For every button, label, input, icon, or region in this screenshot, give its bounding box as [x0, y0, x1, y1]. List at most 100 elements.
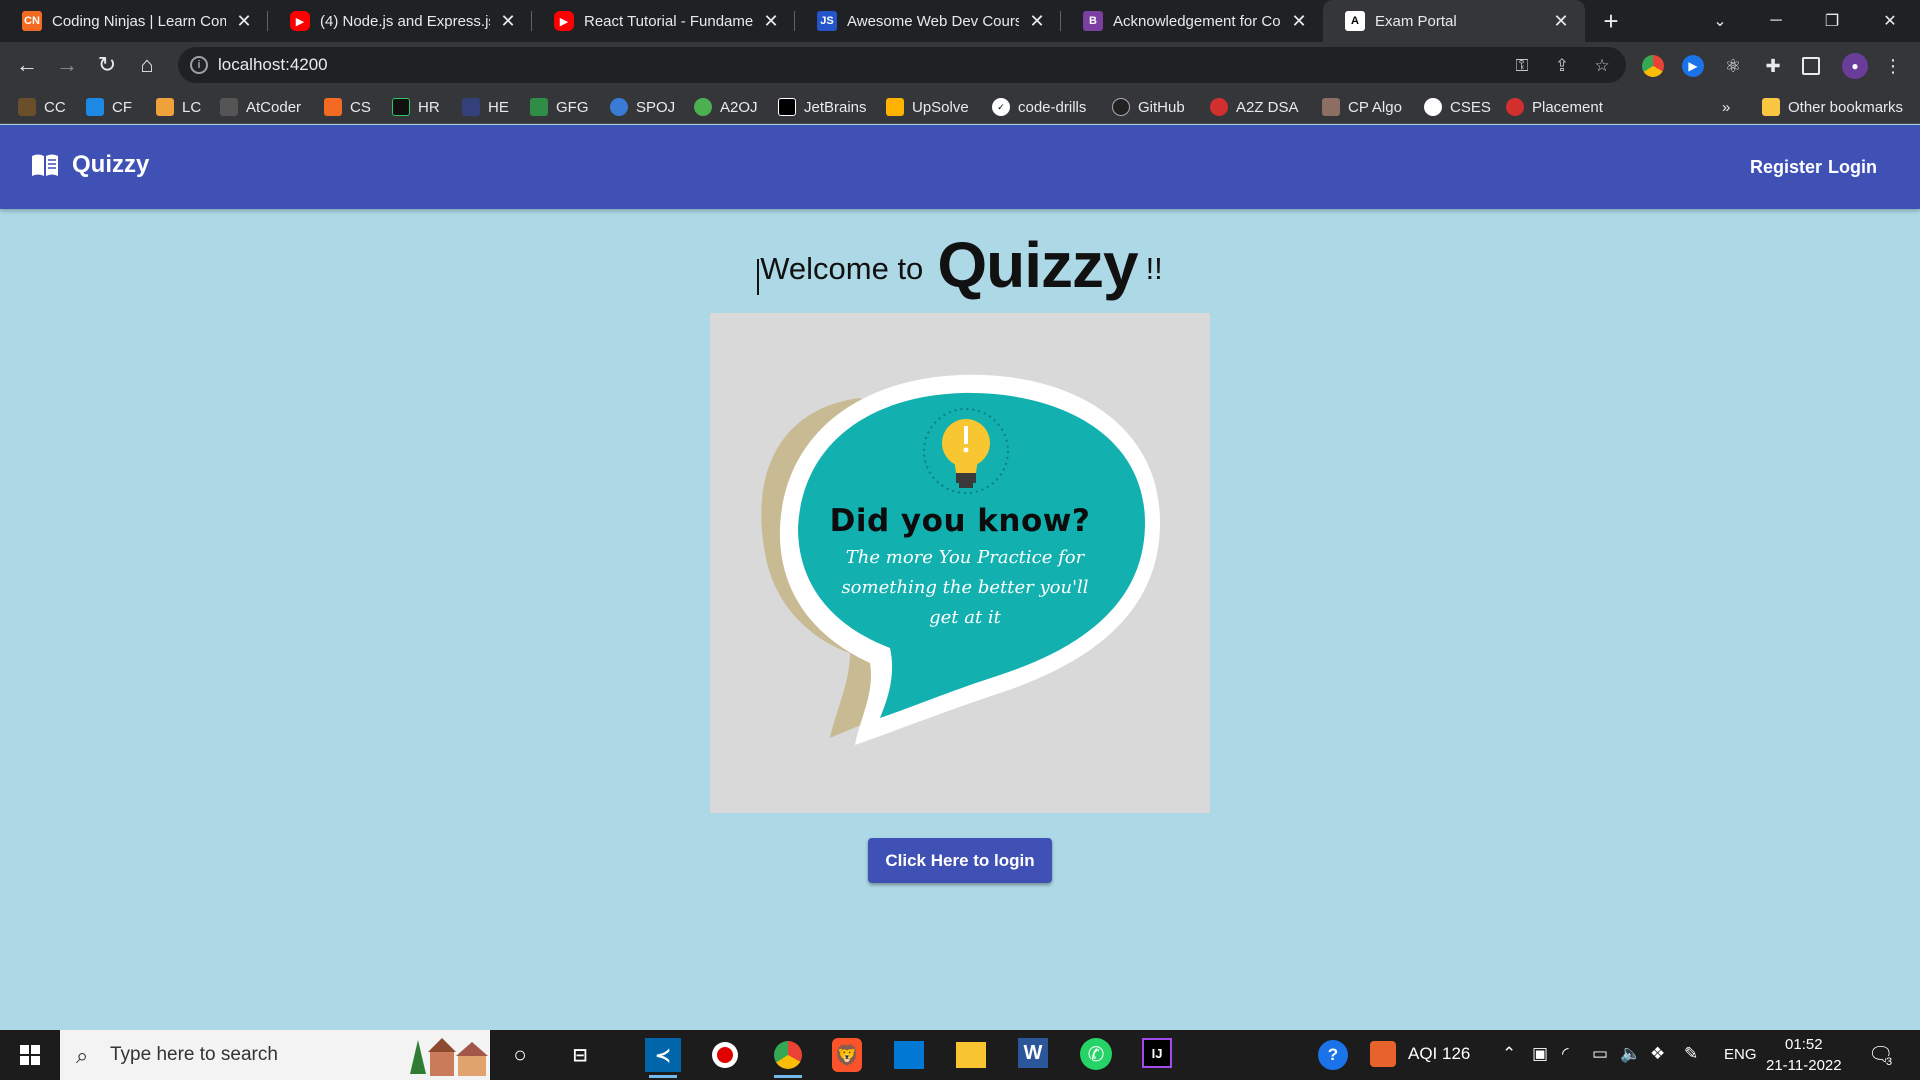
- address-bar[interactable]: i localhost:4200 ⚿ ⇪ ☆: [178, 47, 1626, 83]
- bookmark-he[interactable]: HE: [462, 96, 509, 118]
- side-panel-icon[interactable]: [1802, 57, 1820, 75]
- menu-kebab-icon[interactable]: ⋮: [1882, 55, 1904, 77]
- back-arrow-icon[interactable]: ←: [12, 50, 42, 80]
- tab-title: React Tutorial - Fundament: [584, 12, 753, 30]
- angular-icon: A: [1345, 11, 1365, 31]
- browser-tab[interactable]: CN Coding Ninjas | Learn Comp ✕: [0, 0, 268, 42]
- bookmark-a2oj[interactable]: A2OJ: [694, 96, 758, 118]
- weather-icon[interactable]: [1370, 1041, 1396, 1067]
- bookmark-a2z-dsa[interactable]: A2Z DSA: [1210, 96, 1299, 118]
- extensions-puzzle-icon[interactable]: ✚: [1762, 55, 1784, 77]
- bookmark-github[interactable]: GitHub: [1112, 96, 1185, 118]
- bookmark-placement[interactable]: Placement: [1506, 96, 1603, 118]
- browser-tab[interactable]: JS Awesome Web Dev Course: ✕: [795, 0, 1061, 42]
- home-icon[interactable]: ⌂: [132, 50, 162, 80]
- word-icon[interactable]: W: [1018, 1038, 1048, 1068]
- language-indicator[interactable]: ENG: [1724, 1046, 1757, 1063]
- bookmark-gfg[interactable]: GFG: [530, 96, 589, 118]
- browser-tab-active[interactable]: A Exam Portal ✕: [1323, 0, 1585, 42]
- window-close-button[interactable]: ✕: [1862, 0, 1918, 42]
- vscode-icon[interactable]: ≺: [645, 1038, 681, 1078]
- extension-icon[interactable]: ▶: [1682, 55, 1704, 77]
- bookmarks-bar: CC CF LC AtCoder CS HR HE GFG SPOJ A2OJ …: [0, 88, 1920, 124]
- bookmark-atcoder[interactable]: AtCoder: [220, 96, 301, 118]
- bookmark-lc[interactable]: LC: [156, 96, 201, 118]
- new-tab-button[interactable]: +: [1596, 6, 1626, 36]
- chevron-up-icon[interactable]: ⌃: [1502, 1044, 1516, 1064]
- pen-icon[interactable]: ✎: [1684, 1044, 1698, 1064]
- check-circle-icon: ✓: [992, 98, 1010, 116]
- bookmark-hr[interactable]: HR: [392, 96, 440, 118]
- volume-icon[interactable]: 🔈: [1620, 1044, 1641, 1064]
- browser-toolbar: ← → ↻ ⌂ i localhost:4200 ⚿ ⇪ ☆ ▶ ⚛ ✚ ● ⋮: [0, 42, 1920, 88]
- intellij-icon[interactable]: IJ: [1142, 1038, 1172, 1068]
- tab-title: Acknowledgement for Colle: [1113, 12, 1281, 30]
- browser-tab[interactable]: ▶ React Tutorial - Fundament ✕: [532, 0, 795, 42]
- login-link[interactable]: Login: [1828, 157, 1877, 178]
- close-icon[interactable]: ✕: [498, 11, 518, 32]
- brand-link[interactable]: Quizzy: [30, 151, 149, 179]
- system-clock[interactable]: 01:52 21-11-2022: [1766, 1034, 1842, 1076]
- close-icon[interactable]: ✕: [761, 11, 781, 32]
- bookmark-upsolve[interactable]: UpSolve: [886, 96, 969, 118]
- click-here-to-login-button[interactable]: Click Here to login: [868, 838, 1052, 883]
- windows-start-icon[interactable]: [10, 1042, 50, 1068]
- close-icon[interactable]: ✕: [1027, 11, 1047, 32]
- bookmark-cses[interactable]: CSES: [1424, 96, 1491, 118]
- brand-name: Quizzy: [72, 151, 150, 178]
- dropbox-icon[interactable]: ❖: [1650, 1044, 1665, 1064]
- browser-tab[interactable]: ▶ (4) Node.js and Express.js - ✕: [268, 0, 532, 42]
- bookmark-star-icon[interactable]: ☆: [1592, 56, 1612, 76]
- profile-avatar[interactable]: ●: [1842, 53, 1868, 79]
- forward-arrow-icon[interactable]: →: [52, 50, 82, 80]
- key-icon[interactable]: ⚿: [1512, 56, 1532, 76]
- minimize-button[interactable]: ─: [1748, 0, 1804, 42]
- bookmark-cp-algo[interactable]: CP Algo: [1322, 96, 1402, 118]
- codeforces-icon: [86, 98, 104, 116]
- browser-tab[interactable]: B Acknowledgement for Colle ✕: [1061, 0, 1323, 42]
- welcome-heading: Welcome to Quizzy!!: [0, 228, 1920, 302]
- close-icon[interactable]: ✕: [1289, 11, 1309, 32]
- welcome-brand: Quizzy: [937, 229, 1138, 301]
- chrome-icon[interactable]: [770, 1038, 806, 1078]
- cortana-icon[interactable]: ○: [502, 1038, 538, 1072]
- a2oj-icon: [694, 98, 712, 116]
- restore-button[interactable]: ❐: [1804, 0, 1860, 42]
- brave-icon[interactable]: 🦁: [832, 1038, 862, 1072]
- file-explorer-icon[interactable]: [956, 1042, 986, 1068]
- react-devtools-icon[interactable]: ⚛: [1722, 55, 1744, 77]
- aqi-text[interactable]: AQI 126: [1408, 1044, 1470, 1064]
- battery-icon[interactable]: ▭: [1592, 1044, 1608, 1064]
- bookmark-cf[interactable]: CF: [86, 96, 132, 118]
- windows-taskbar: ⌕ Type here to search ○ ⊟ ≺ 🦁 W ✆ IJ ? A…: [0, 1030, 1920, 1080]
- extension-icon[interactable]: [1642, 55, 1664, 77]
- more-bookmarks-chevron-icon[interactable]: »: [1722, 96, 1730, 118]
- other-bookmarks-folder[interactable]: Other bookmarks: [1762, 96, 1903, 118]
- task-view-icon[interactable]: ⊟: [562, 1038, 598, 1072]
- help-icon[interactable]: ?: [1318, 1040, 1348, 1070]
- tray-app-icon[interactable]: ▣: [1532, 1044, 1548, 1064]
- hackerrank-icon: [392, 98, 410, 116]
- youtube-icon: ▶: [290, 11, 310, 31]
- close-icon[interactable]: ✕: [234, 11, 254, 32]
- close-icon[interactable]: ✕: [1551, 11, 1571, 32]
- share-icon[interactable]: ⇪: [1552, 56, 1572, 76]
- bookmark-code-drills[interactable]: ✓ code-drills: [992, 96, 1086, 118]
- bookmark-spoj[interactable]: SPOJ: [610, 96, 675, 118]
- record-icon[interactable]: [707, 1038, 743, 1072]
- tab-title: (4) Node.js and Express.js -: [320, 12, 490, 30]
- gfg-icon: [530, 98, 548, 116]
- register-link[interactable]: Register: [1750, 157, 1822, 178]
- bookmark-cs[interactable]: CS: [324, 96, 371, 118]
- reload-icon[interactable]: ↻: [92, 50, 122, 80]
- store-icon[interactable]: [894, 1041, 924, 1069]
- whatsapp-icon[interactable]: ✆: [1080, 1038, 1112, 1070]
- tab-title: Awesome Web Dev Course:: [847, 12, 1019, 30]
- wifi-icon[interactable]: ◜: [1562, 1044, 1569, 1064]
- app-navbar: Quizzy Register Login: [0, 125, 1920, 209]
- bookmark-jetbrains[interactable]: JetBrains: [778, 96, 867, 118]
- tab-search-icon[interactable]: ⌄: [1692, 0, 1748, 42]
- taskbar-search-box[interactable]: ⌕ Type here to search: [60, 1030, 490, 1080]
- bookmark-cc[interactable]: CC: [18, 96, 66, 118]
- site-info-icon[interactable]: i: [190, 56, 208, 74]
